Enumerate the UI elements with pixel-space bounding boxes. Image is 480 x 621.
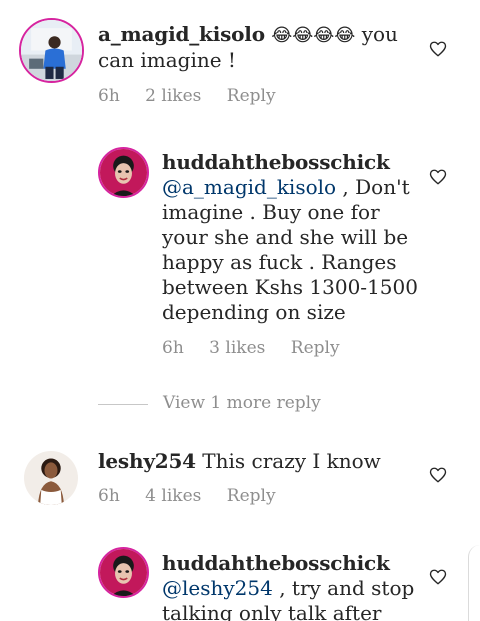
comment-body: huddahthebosschick @a_magid_kisolo , Don… <box>162 150 420 325</box>
view-more-replies-button[interactable]: View 1 more reply <box>163 393 321 413</box>
comment-username[interactable]: huddahthebosschick <box>162 150 390 174</box>
avatar-illustration-icon <box>100 149 147 196</box>
reply-button[interactable]: Reply <box>291 338 340 358</box>
comment-username[interactable]: leshy254 <box>98 449 196 473</box>
avatar[interactable] <box>19 18 84 83</box>
avatar[interactable] <box>24 451 78 505</box>
avatar-illustration-icon <box>100 549 147 596</box>
comment-body: leshy254 This crazy I know <box>98 449 418 474</box>
heart-outline-icon[interactable] <box>429 168 447 186</box>
comment-meta: 6h 3 likes Reply <box>162 338 360 358</box>
comment-likes[interactable]: 3 likes <box>209 338 265 358</box>
comment-body: a_magid_kisolo 😂😂😂😂 you can imagine ! <box>98 22 418 73</box>
heart-outline-icon[interactable] <box>429 40 447 58</box>
heart-outline-icon[interactable] <box>429 466 447 484</box>
comment-body: huddahthebosschick @leshy254 , try and s… <box>162 551 420 621</box>
reply-button[interactable]: Reply <box>227 86 276 106</box>
comment-username[interactable]: huddahthebosschick <box>162 551 390 575</box>
comment-username[interactable]: a_magid_kisolo <box>98 22 265 46</box>
comment-likes[interactable]: 4 likes <box>145 486 201 506</box>
comment-likes[interactable]: 2 likes <box>145 86 201 106</box>
mention-link[interactable]: @a_magid_kisolo <box>162 175 336 199</box>
view-more-divider <box>98 404 148 405</box>
avatar[interactable] <box>98 147 149 198</box>
reply-button[interactable]: Reply <box>227 486 276 506</box>
comment-time: 6h <box>162 338 184 358</box>
avatar[interactable] <box>98 547 149 598</box>
mention-link[interactable]: @leshy254 <box>162 576 273 600</box>
scroll-panel-edge[interactable] <box>468 545 480 621</box>
avatar-photo-icon <box>21 20 82 81</box>
comment-meta: 6h 4 likes Reply <box>98 486 296 506</box>
comment-meta: 6h 2 likes Reply <box>98 86 296 106</box>
comment-time: 6h <box>98 86 120 106</box>
heart-outline-icon[interactable] <box>429 568 447 586</box>
avatar-photo-icon <box>24 451 78 505</box>
comment-time: 6h <box>98 486 120 506</box>
emoji-laugh-icon: 😂😂😂😂 <box>271 25 356 46</box>
comment-text: This crazy I know <box>195 449 381 473</box>
